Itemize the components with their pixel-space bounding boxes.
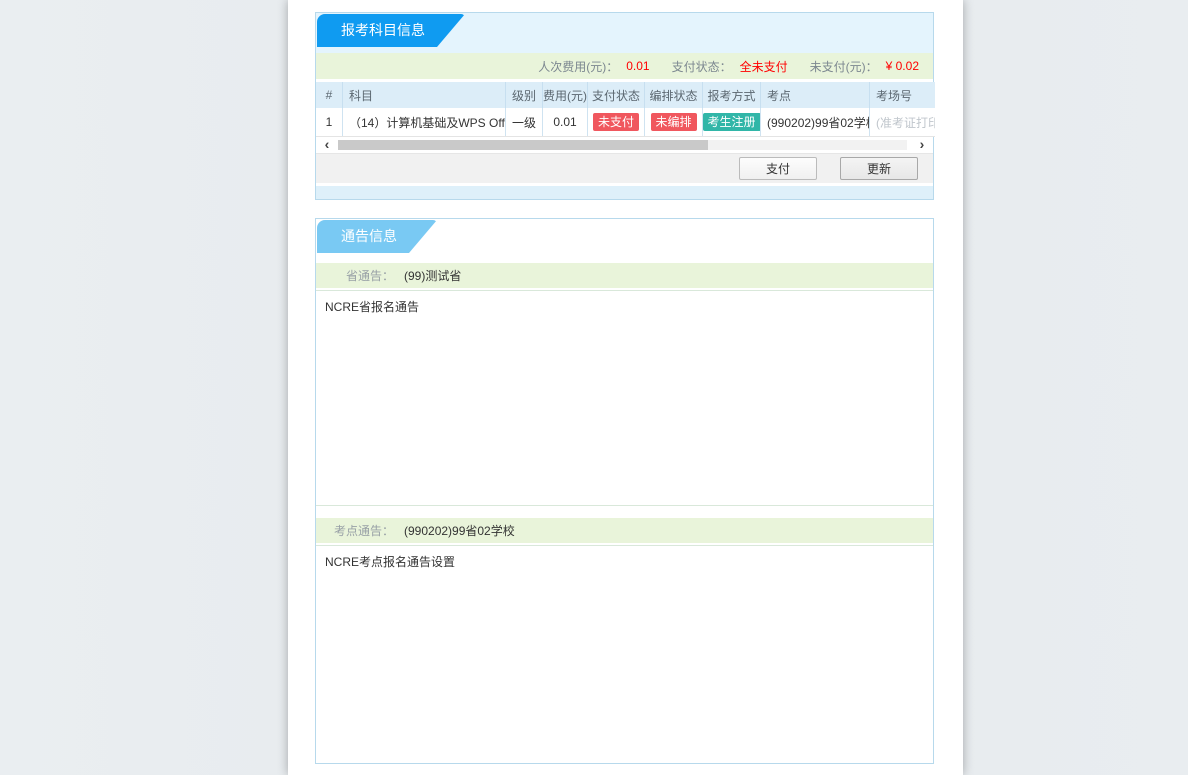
col-register-mode: 报考方式 (703, 82, 761, 108)
subject-panel-title: 报考科目信息 (341, 22, 425, 38)
row-level: 一级 (506, 108, 543, 136)
province-notice-label: 省通告： (316, 267, 394, 284)
unpaid-label: 未支付(元)： (810, 58, 878, 75)
fee-value: 0.01 (626, 59, 649, 73)
row-index: 1 (316, 108, 343, 136)
scroll-right-icon[interactable]: › (915, 137, 929, 153)
row-site: (990202)99省02学校 (761, 108, 870, 136)
col-site: 考点 (761, 82, 870, 108)
subject-info-panel: 报考科目信息 人次费用(元)： 0.01 支付状态： 全未支付 未支付(元)： … (315, 12, 934, 200)
horizontal-scrollbar[interactable]: ‹ › (316, 137, 933, 153)
subject-panel-header: 报考科目信息 (316, 13, 933, 53)
arrange-status-badge: 未编排 (651, 113, 697, 131)
notice-panel-header: 通告信息 (316, 219, 933, 257)
subject-table-header: # 科目 级别 费用(元) 支付状态 编排状态 报考方式 考点 考场号 (316, 82, 935, 108)
row-register-mode-cell: 考生注册 (703, 108, 761, 136)
col-subject: 科目 (343, 82, 506, 108)
pay-status-badge: 未支付 (593, 113, 639, 131)
pay-status-value: 全未支付 (740, 58, 788, 75)
col-arrange-status: 编排状态 (645, 82, 703, 108)
pay-status-label: 支付状态： (672, 58, 732, 75)
row-arrange-status-cell: 未编排 (645, 108, 703, 136)
scrollbar-thumb[interactable] (338, 140, 708, 150)
row-room: (准考证打印 (870, 108, 935, 136)
subject-panel-title-tab: 报考科目信息 (317, 14, 465, 47)
subject-table: # 科目 级别 费用(元) 支付状态 编排状态 报考方式 考点 考场号 1 （1… (316, 82, 933, 137)
col-room: 考场号 (870, 82, 935, 108)
notice-panel-title: 通告信息 (341, 228, 397, 244)
col-level: 级别 (506, 82, 543, 108)
province-notice-bar: 省通告： (99)测试省 (316, 263, 933, 288)
col-pay-status: 支付状态 (588, 82, 645, 108)
site-notice-label: 考点通告： (316, 522, 394, 539)
notice-info-panel: 通告信息 省通告： (99)测试省 NCRE省报名通告 考点通告： (99020… (315, 218, 934, 764)
site-notice-bar: 考点通告： (990202)99省02学校 (316, 518, 933, 543)
row-fee: 0.01 (543, 108, 588, 136)
province-notice-content: NCRE省报名通告 (316, 290, 933, 506)
table-row: 1 （14）计算机基础及WPS Office应用 一级 0.01 未支付 未编排… (316, 108, 935, 137)
fee-summary-bar: 人次费用(元)： 0.01 支付状态： 全未支付 未支付(元)： ¥ 0.02 (316, 53, 933, 79)
notice-panel-title-tab: 通告信息 (317, 220, 437, 253)
province-notice-value: (99)测试省 (404, 267, 461, 284)
update-button[interactable]: 更新 (840, 157, 918, 180)
subject-panel-footer-strip (316, 186, 933, 199)
col-fee: 费用(元) (543, 82, 588, 108)
unpaid-value: ¥ 0.02 (886, 59, 919, 73)
site-notice-content: NCRE考点报名通告设置 (316, 545, 933, 763)
row-pay-status-cell: 未支付 (588, 108, 645, 136)
row-subject: （14）计算机基础及WPS Office应用 (343, 108, 506, 136)
col-index: # (316, 82, 343, 108)
fee-label: 人次费用(元)： (538, 58, 618, 75)
scroll-left-icon[interactable]: ‹ (320, 137, 334, 153)
page-sheet: 报考科目信息 人次费用(元)： 0.01 支付状态： 全未支付 未支付(元)： … (288, 0, 963, 775)
site-notice-value: (990202)99省02学校 (404, 522, 515, 539)
action-button-bar: 支付 更新 (316, 153, 933, 183)
pay-button[interactable]: 支付 (739, 157, 817, 180)
register-mode-badge: 考生注册 (703, 113, 761, 131)
scrollbar-track[interactable] (338, 140, 907, 150)
